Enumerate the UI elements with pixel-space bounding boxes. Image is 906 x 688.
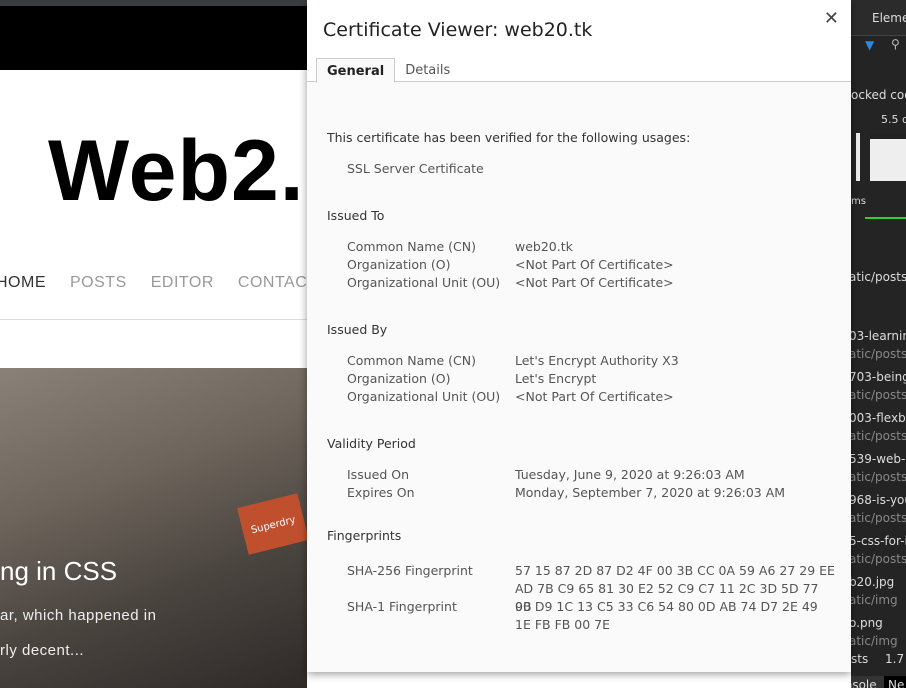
- filmstrip-frame[interactable]: [870, 133, 906, 181]
- nav-posts[interactable]: POSTS: [70, 274, 127, 292]
- sha1-label: SHA-1 Fingerprint: [347, 599, 457, 614]
- nav-editor[interactable]: EDITOR: [151, 274, 214, 292]
- request-name[interactable]: 003-flexbox: [851, 411, 906, 425]
- field-value: Tuesday, June 9, 2020 at 9:26:03 AM: [515, 467, 745, 482]
- field-value: Let's Encrypt Authority X3: [515, 353, 679, 368]
- request-name[interactable]: 968-is-your-: [851, 493, 906, 507]
- hero-excerpt-line: rly decent...: [0, 642, 85, 659]
- field-label: Common Name (CN): [347, 239, 476, 254]
- field-label: Expires On: [347, 485, 415, 500]
- field-label: Organizational Unit (OU): [347, 389, 501, 404]
- sha256-label: SHA-256 Fingerprint: [347, 563, 473, 578]
- hero-excerpt-line: ar, which happened in: [0, 607, 157, 624]
- request-path[interactable]: atic/posts/: [851, 347, 906, 361]
- search-icon[interactable]: ⚲: [891, 37, 900, 51]
- close-icon[interactable]: ✕: [824, 8, 839, 29]
- request-name[interactable]: atic/posts/: [851, 270, 906, 284]
- request-name[interactable]: 539-web-sp: [851, 452, 906, 466]
- timeline-bar: [865, 217, 906, 219]
- network-tab[interactable]: Ne: [884, 676, 906, 688]
- verified-text: This certificate has been verified for t…: [327, 130, 691, 145]
- console-tab[interactable]: Console: [851, 678, 877, 688]
- field-label: Organizational Unit (OU): [347, 275, 501, 290]
- usage-item: SSL Server Certificate: [347, 161, 484, 176]
- field-value: web20.tk: [515, 239, 573, 254]
- request-path[interactable]: atic/posts/: [851, 552, 906, 566]
- issued-to-heading: Issued To: [327, 208, 385, 223]
- request-path[interactable]: atic/posts/: [851, 388, 906, 402]
- request-name[interactable]: 03-learning-: [851, 329, 906, 343]
- request-name[interactable]: b20.jpg: [851, 575, 894, 589]
- field-label: Common Name (CN): [347, 353, 476, 368]
- status-requests: sts: [851, 652, 869, 666]
- dialog-title: Certificate Viewer: web20.tk: [323, 19, 593, 41]
- tab-general[interactable]: General: [316, 58, 396, 83]
- devtools-panel: Eleme ▼ ⚲ ocked coo 5.5 da ms atic/posts…: [851, 0, 906, 688]
- validity-heading: Validity Period: [327, 436, 416, 451]
- timeline-label: 5.5 da: [881, 113, 906, 126]
- certificate-viewer-dialog: Certificate Viewer: web20.tk ✕ General D…: [307, 0, 851, 672]
- issued-by-heading: Issued By: [327, 322, 388, 337]
- request-path[interactable]: atic/img: [851, 634, 898, 648]
- timeline-ms: ms: [851, 196, 866, 207]
- field-value: <Not Part Of Certificate>: [515, 257, 674, 272]
- request-path[interactable]: atic/posts/: [851, 429, 906, 443]
- field-value: <Not Part Of Certificate>: [515, 389, 674, 404]
- request-name[interactable]: 703-being-a: [851, 370, 906, 384]
- request-path[interactable]: atic/img: [851, 593, 898, 607]
- filmstrip-frame[interactable]: [856, 133, 860, 181]
- site-nav: HOME POSTS EDITOR CONTACT A: [0, 274, 353, 292]
- request-path[interactable]: atic/posts/: [851, 511, 906, 525]
- nav-contact[interactable]: CONTACT: [238, 274, 318, 292]
- field-value: Monday, September 7, 2020 at 9:26:03 AM: [515, 485, 786, 500]
- field-label: Organization (O): [347, 371, 451, 386]
- request-path[interactable]: atic/posts/: [851, 470, 906, 484]
- nav-divider: [0, 319, 310, 320]
- request-name[interactable]: o.png: [851, 616, 883, 630]
- sha1-value: 00 D9 1C 13 C5 33 C6 54 80 0D AB 74 D7 2…: [515, 599, 818, 632]
- fingerprints-heading: Fingerprints: [327, 528, 402, 543]
- tab-details[interactable]: Details: [395, 58, 460, 83]
- field-value: Let's Encrypt: [515, 371, 597, 386]
- field-label: Organization (O): [347, 257, 451, 272]
- hero-title[interactable]: ng in CSS: [0, 556, 117, 587]
- filter-icon[interactable]: ▼: [865, 38, 874, 52]
- request-name[interactable]: 5-css-for-i: [851, 534, 906, 548]
- field-label: Issued On: [347, 467, 409, 482]
- field-value: <Not Part Of Certificate>: [515, 275, 674, 290]
- blocked-cookies-label: ocked coo: [851, 88, 906, 102]
- devtools-elements-tab[interactable]: Eleme: [872, 11, 906, 25]
- nav-home[interactable]: HOME: [0, 274, 46, 292]
- status-size: 1.7: [885, 652, 905, 666]
